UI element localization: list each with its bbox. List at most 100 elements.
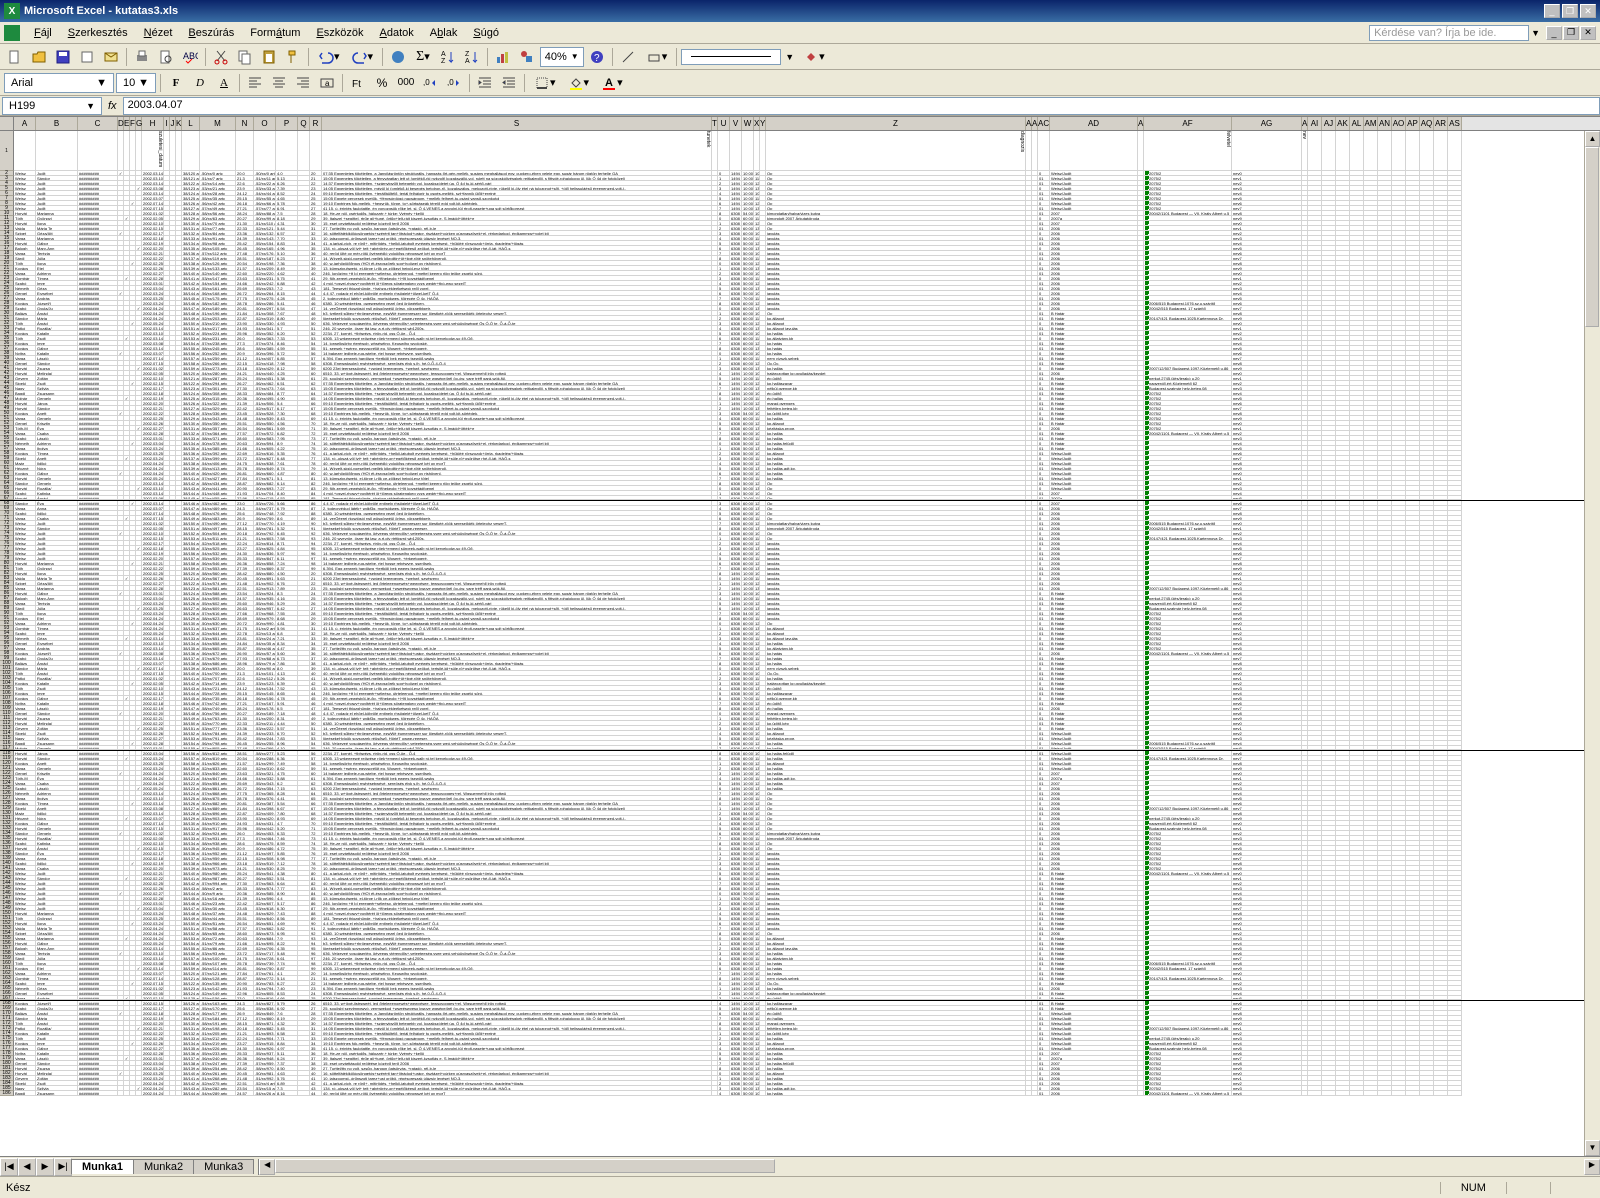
col-header-AQ[interactable]: AQ bbox=[1420, 117, 1434, 130]
decrease-decimal-button[interactable]: ,0 bbox=[443, 72, 465, 94]
col-header-AF[interactable]: AF bbox=[1144, 117, 1232, 130]
col-header-AN[interactable]: AN bbox=[1378, 117, 1392, 130]
save-button[interactable] bbox=[52, 46, 74, 68]
col-header-U[interactable]: U bbox=[718, 117, 730, 130]
align-center-button[interactable] bbox=[268, 72, 290, 94]
align-left-button[interactable] bbox=[244, 72, 266, 94]
col-header-Q[interactable]: Q bbox=[298, 117, 310, 130]
col-header-H[interactable]: H bbox=[142, 117, 164, 130]
minimize-button[interactable]: _ bbox=[1544, 4, 1560, 18]
data-row[interactable]: 186BagdiZsuzsann#########2002.04.2438/14… bbox=[0, 1091, 1600, 1096]
autosum-button[interactable]: Σ▾ bbox=[411, 46, 435, 68]
percent-button[interactable]: % bbox=[371, 72, 393, 94]
col-header-AP[interactable]: AP bbox=[1406, 117, 1420, 130]
line-style-arrow[interactable]: ▼ bbox=[785, 52, 794, 62]
col-header-AS[interactable]: AS bbox=[1448, 117, 1462, 130]
fontcolor-button[interactable]: A▾ bbox=[596, 72, 628, 94]
undo-button[interactable]: ▾ bbox=[313, 46, 345, 68]
spellcheck-button[interactable]: ABC bbox=[179, 46, 201, 68]
chart-wizard-button[interactable] bbox=[492, 46, 514, 68]
copy-button[interactable] bbox=[234, 46, 256, 68]
scroll-thumb[interactable] bbox=[1585, 147, 1599, 327]
col-header-M[interactable]: M bbox=[200, 117, 236, 130]
menu-insert[interactable]: Beszúrás bbox=[180, 25, 242, 41]
sheet-tab-2[interactable]: Munka2 bbox=[133, 1159, 194, 1174]
menu-window[interactable]: Ablak bbox=[422, 25, 466, 41]
col-header-AG[interactable]: AG bbox=[1232, 117, 1302, 130]
workbook-restore[interactable]: ❐ bbox=[1563, 26, 1579, 40]
name-box[interactable]: H199▼ bbox=[2, 97, 102, 115]
col-header-A[interactable]: A bbox=[14, 117, 36, 130]
scroll-left-button[interactable]: ◀ bbox=[259, 1159, 275, 1175]
draw-line-button[interactable] bbox=[617, 46, 639, 68]
line-style-preview[interactable] bbox=[681, 49, 781, 65]
comma-button[interactable]: 000 bbox=[395, 72, 417, 94]
autoshapes-button[interactable]: ▾ bbox=[641, 46, 673, 68]
col-header-B[interactable]: B bbox=[36, 117, 78, 130]
select-all-corner[interactable] bbox=[0, 117, 14, 130]
italic-button[interactable]: D bbox=[189, 72, 211, 94]
preview-button[interactable] bbox=[155, 46, 177, 68]
col-header-P[interactable]: P bbox=[276, 117, 298, 130]
mail-button[interactable] bbox=[100, 46, 122, 68]
col-header-AI[interactable]: AI bbox=[1308, 117, 1322, 130]
col-header-AC[interactable]: AC bbox=[1038, 117, 1050, 130]
font-size-select[interactable]: 10▼ bbox=[116, 73, 156, 93]
col-header-AR[interactable]: AR bbox=[1434, 117, 1448, 130]
col-header-O[interactable]: O bbox=[254, 117, 276, 130]
decrease-indent-button[interactable] bbox=[474, 72, 496, 94]
print-button[interactable] bbox=[131, 46, 153, 68]
col-header-AO[interactable]: AO bbox=[1392, 117, 1406, 130]
help-search-box[interactable]: Kérdése van? Írja be ide. bbox=[1369, 25, 1529, 41]
open-button[interactable] bbox=[28, 46, 50, 68]
tab-next-button[interactable]: ▶ bbox=[36, 1158, 54, 1176]
hyperlink-button[interactable] bbox=[387, 46, 409, 68]
col-header-S[interactable]: S bbox=[322, 117, 712, 130]
redo-button[interactable]: ▾ bbox=[347, 46, 379, 68]
col-header-R[interactable]: R bbox=[310, 117, 322, 130]
col-header-W[interactable]: W bbox=[742, 117, 754, 130]
col-header-AM[interactable]: AM bbox=[1364, 117, 1378, 130]
grid-rows[interactable]: 1szuletesi_datumtunetekdiagnozisfelvetel… bbox=[0, 131, 1600, 1096]
menu-help[interactable]: Súgó bbox=[465, 25, 507, 41]
permissions-button[interactable] bbox=[76, 46, 98, 68]
drawing-toolbar-button[interactable] bbox=[516, 46, 538, 68]
fillcolor-button[interactable]: ▾ bbox=[563, 72, 595, 94]
col-header-Z[interactable]: Z bbox=[766, 117, 1026, 130]
workbook-minimize[interactable]: _ bbox=[1546, 26, 1562, 40]
paste-button[interactable] bbox=[258, 46, 280, 68]
col-header-C[interactable]: C bbox=[78, 117, 118, 130]
fill-color-button[interactable]: ▾ bbox=[798, 46, 830, 68]
increase-indent-button[interactable] bbox=[498, 72, 520, 94]
bold-button[interactable]: F bbox=[165, 72, 187, 94]
tab-first-button[interactable]: |◀ bbox=[0, 1158, 18, 1176]
zoom-select[interactable]: 40%▼ bbox=[540, 47, 584, 67]
doc-icon[interactable] bbox=[4, 25, 20, 41]
tab-last-button[interactable]: ▶| bbox=[54, 1158, 72, 1176]
font-select[interactable]: Arial▼ bbox=[4, 73, 114, 93]
maximize-button[interactable]: ❐ bbox=[1562, 4, 1578, 18]
horizontal-scrollbar[interactable]: ◀ ▶ bbox=[258, 1159, 1600, 1175]
workbook-close[interactable]: ✕ bbox=[1580, 26, 1596, 40]
scroll-up-button[interactable]: ▲ bbox=[1585, 131, 1600, 147]
currency-button[interactable]: Ft bbox=[347, 72, 369, 94]
col-header-V[interactable]: V bbox=[730, 117, 742, 130]
scroll-down-button[interactable]: ▼ bbox=[1585, 1140, 1600, 1156]
col-header-N[interactable]: N bbox=[236, 117, 254, 130]
sort-desc-button[interactable]: ZA bbox=[461, 46, 483, 68]
col-header-L[interactable]: L bbox=[182, 117, 200, 130]
cut-button[interactable] bbox=[210, 46, 232, 68]
scroll-right-button[interactable]: ▶ bbox=[1584, 1159, 1600, 1175]
sheet-tab-3[interactable]: Munka3 bbox=[193, 1159, 254, 1174]
increase-decimal-button[interactable]: ,0 bbox=[419, 72, 441, 94]
tab-prev-button[interactable]: ◀ bbox=[18, 1158, 36, 1176]
borders-button[interactable]: ▾ bbox=[529, 72, 561, 94]
merge-center-button[interactable]: a bbox=[316, 72, 338, 94]
sort-asc-button[interactable]: AZ bbox=[437, 46, 459, 68]
close-button[interactable]: ✕ bbox=[1580, 4, 1596, 18]
menu-data[interactable]: Adatok bbox=[372, 25, 422, 41]
help-button[interactable]: ? bbox=[586, 46, 608, 68]
menu-edit[interactable]: Szerkesztés bbox=[60, 25, 136, 41]
menu-file[interactable]: Fájl bbox=[26, 25, 60, 41]
hscroll-thumb[interactable] bbox=[275, 1159, 775, 1173]
